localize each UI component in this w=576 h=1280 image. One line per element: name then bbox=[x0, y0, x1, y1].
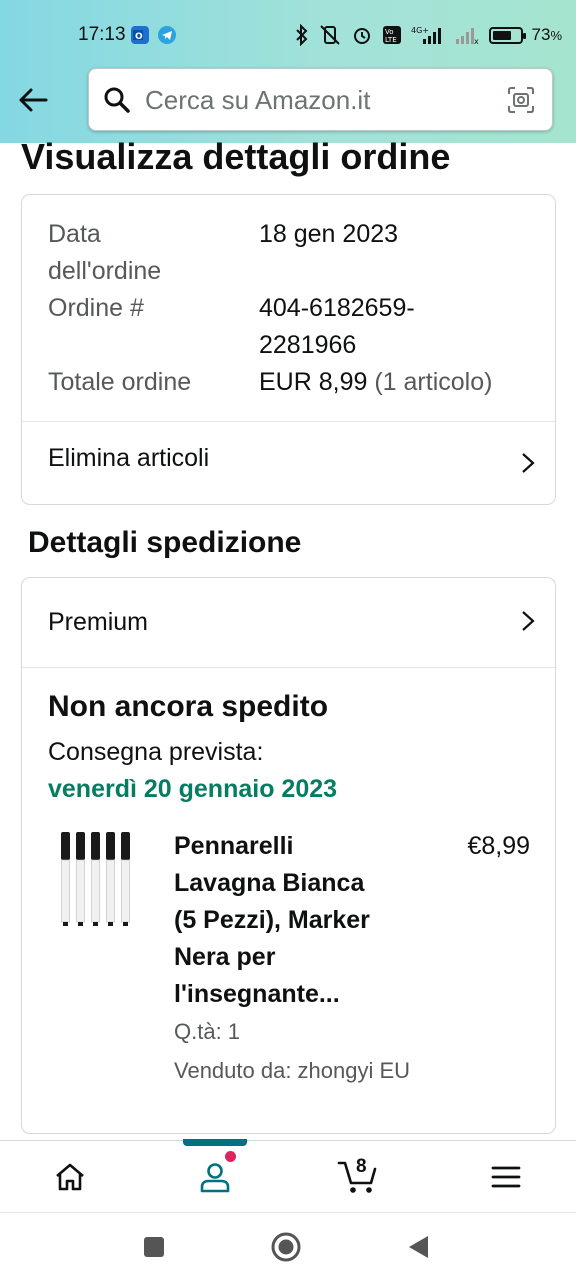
recents-button[interactable] bbox=[138, 1231, 170, 1263]
search-placeholder: Cerca su Amazon.it bbox=[145, 85, 371, 115]
shipping-section-title: Dettagli spedizione bbox=[28, 526, 302, 559]
search-icon bbox=[104, 87, 130, 113]
order-total-value: EUR 8,99 (1 articolo) bbox=[259, 368, 493, 396]
notification-dot bbox=[225, 1151, 236, 1162]
nav-cart[interactable]: 8 bbox=[318, 1141, 398, 1213]
product-price: €8,99 bbox=[467, 832, 530, 860]
account-icon bbox=[200, 1163, 230, 1193]
marker-pens-image bbox=[61, 832, 130, 926]
alarm-icon bbox=[353, 28, 370, 44]
battery-icon bbox=[488, 26, 526, 44]
svg-text:O: O bbox=[135, 32, 143, 42]
order-summary-card: Data dell'ordine 18 gen 2023 Ordine # 404… bbox=[21, 194, 556, 505]
bottom-nav: 8 bbox=[0, 1139, 576, 1213]
battery-percent: 73% bbox=[531, 25, 562, 44]
nav-menu[interactable] bbox=[466, 1141, 546, 1213]
svg-text:LTE: LTE bbox=[385, 36, 397, 44]
order-number-value: 404-6182659- 2281966 bbox=[259, 294, 415, 359]
product-title-link[interactable]: Pennarelli Lavagna Bianca (5 Pezzi), Mar… bbox=[174, 828, 414, 1013]
order-date-label: Data dell'ordine bbox=[48, 220, 162, 285]
vibrate-off-icon bbox=[319, 25, 340, 45]
search-input[interactable]: Cerca su Amazon.it bbox=[88, 68, 553, 131]
chevron-right-icon bbox=[522, 611, 535, 631]
svg-text:x: x bbox=[474, 37, 479, 45]
back-button[interactable] bbox=[14, 82, 52, 118]
product-seller: Venduto da: zhongyi EU bbox=[174, 1058, 411, 1083]
triangle-back-icon bbox=[409, 1236, 428, 1258]
status-icons: Vo LTE 4G+ x 73% bbox=[295, 22, 562, 48]
volte-icon: VoLTE bbox=[382, 26, 401, 44]
system-navigation-bar bbox=[0, 1212, 576, 1280]
nav-home[interactable] bbox=[30, 1141, 110, 1213]
status-time: 17:13 bbox=[78, 24, 126, 45]
svg-text:Vo: Vo bbox=[385, 28, 394, 36]
cart-count: 8 bbox=[356, 1156, 367, 1177]
shipment-status: Non ancora spedito bbox=[48, 690, 329, 723]
delivery-date: venerdì 20 gennaio 2023 bbox=[48, 775, 338, 803]
arrow-left-icon bbox=[19, 88, 48, 112]
shipment-card: Premium Non ancora spedito Consegna prev… bbox=[21, 577, 556, 1134]
chevron-right-icon bbox=[522, 453, 535, 473]
camera-icon[interactable] bbox=[506, 85, 536, 115]
outlook-icon: O bbox=[131, 26, 149, 44]
svg-text:4G+: 4G+ bbox=[411, 26, 429, 35]
menu-icon bbox=[491, 1166, 521, 1188]
delete-items-row[interactable]: Elimina articoli bbox=[22, 422, 555, 504]
page-title: Visualizza dettagli ordine bbox=[21, 136, 451, 177]
back-system-button[interactable] bbox=[402, 1231, 434, 1263]
shipping-service-label: Premium bbox=[48, 608, 149, 636]
product-image[interactable] bbox=[59, 832, 139, 932]
order-date-value: 18 gen 2023 bbox=[259, 220, 399, 248]
product-quantity: Q.tà: 1 bbox=[174, 1019, 241, 1044]
status-bar: 17:13 O Vo LTE 4G+ x 73% bbox=[0, 0, 576, 70]
delete-items-label: Elimina articoli bbox=[48, 444, 210, 472]
home-icon bbox=[56, 1163, 84, 1191]
app-header: 17:13 O Vo LTE 4G+ x 73% Cerca su Amazon.… bbox=[0, 0, 576, 143]
square-icon bbox=[144, 1237, 164, 1257]
signal-4g-icon: 4G+ bbox=[411, 26, 441, 44]
order-number-label: Ordine # bbox=[48, 294, 144, 322]
circle-icon bbox=[271, 1232, 301, 1262]
signal-weak-icon: x bbox=[455, 28, 479, 45]
delivery-label: Consegna prevista: bbox=[48, 738, 264, 766]
premium-row[interactable]: Premium bbox=[22, 578, 555, 667]
divider bbox=[22, 667, 555, 668]
home-system-button[interactable] bbox=[270, 1231, 302, 1263]
nav-account[interactable] bbox=[175, 1141, 255, 1213]
bluetooth-icon bbox=[295, 24, 307, 46]
order-total-label: Totale ordine bbox=[48, 368, 192, 396]
telegram-icon bbox=[158, 26, 176, 44]
